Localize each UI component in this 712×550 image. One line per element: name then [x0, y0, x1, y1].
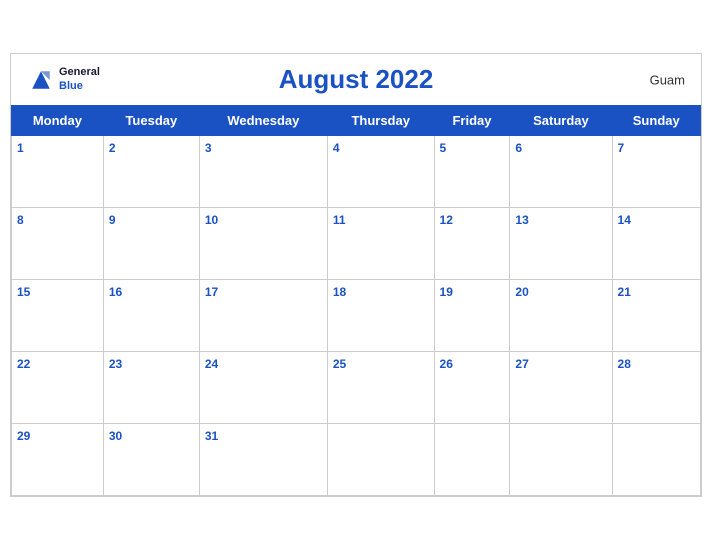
calendar-cell: 13 — [510, 208, 612, 280]
calendar-title: August 2022 — [279, 64, 434, 95]
day-number: 21 — [618, 285, 631, 299]
day-number: 31 — [205, 429, 218, 443]
calendar-cell: 20 — [510, 280, 612, 352]
weekday-friday: Friday — [434, 106, 510, 136]
calendar-header: General Blue August 2022 Guam — [11, 54, 701, 105]
weekday-tuesday: Tuesday — [103, 106, 199, 136]
day-number: 5 — [440, 141, 447, 155]
calendar-cell: 8 — [12, 208, 104, 280]
day-number: 15 — [17, 285, 30, 299]
day-number: 1 — [17, 141, 24, 155]
calendar-week-row: 8 9 10 11 12 13 14 — [12, 208, 701, 280]
day-number: 19 — [440, 285, 453, 299]
logo-blue-text: Blue — [59, 80, 100, 93]
day-number: 23 — [109, 357, 122, 371]
day-number: 24 — [205, 357, 218, 371]
day-number: 3 — [205, 141, 212, 155]
weekday-monday: Monday — [12, 106, 104, 136]
calendar-cell: 24 — [199, 352, 327, 424]
weekday-thursday: Thursday — [327, 106, 434, 136]
day-number: 14 — [618, 213, 631, 227]
day-number: 25 — [333, 357, 346, 371]
country-label: Guam — [650, 72, 685, 87]
calendar-cell: 5 — [434, 136, 510, 208]
day-number: 13 — [515, 213, 528, 227]
calendar-cell — [510, 424, 612, 496]
day-number: 22 — [17, 357, 30, 371]
day-number: 4 — [333, 141, 340, 155]
calendar-cell — [327, 424, 434, 496]
calendar-cell: 7 — [612, 136, 700, 208]
calendar-week-row: 29 30 31 — [12, 424, 701, 496]
calendar-cell: 21 — [612, 280, 700, 352]
day-number: 8 — [17, 213, 24, 227]
calendar-cell: 14 — [612, 208, 700, 280]
calendar-week-row: 22 23 24 25 26 27 28 — [12, 352, 701, 424]
calendar-cell: 19 — [434, 280, 510, 352]
calendar-cell: 25 — [327, 352, 434, 424]
day-number: 7 — [618, 141, 625, 155]
calendar-cell: 28 — [612, 352, 700, 424]
day-number: 18 — [333, 285, 346, 299]
day-number: 26 — [440, 357, 453, 371]
calendar-cell: 27 — [510, 352, 612, 424]
calendar-cell: 2 — [103, 136, 199, 208]
day-number: 28 — [618, 357, 631, 371]
calendar-cell: 15 — [12, 280, 104, 352]
day-number: 29 — [17, 429, 30, 443]
calendar-cell — [434, 424, 510, 496]
calendar-week-row: 15 16 17 18 19 20 21 — [12, 280, 701, 352]
calendar-cell — [612, 424, 700, 496]
calendar-cell: 9 — [103, 208, 199, 280]
day-number: 9 — [109, 213, 116, 227]
calendar-week-row: 1 2 3 4 5 6 7 — [12, 136, 701, 208]
day-number: 27 — [515, 357, 528, 371]
calendar-cell: 30 — [103, 424, 199, 496]
calendar-cell: 31 — [199, 424, 327, 496]
calendar-cell: 1 — [12, 136, 104, 208]
calendar-cell: 23 — [103, 352, 199, 424]
logo-icon — [27, 66, 55, 94]
day-number: 10 — [205, 213, 218, 227]
day-number: 20 — [515, 285, 528, 299]
calendar-cell: 10 — [199, 208, 327, 280]
calendar-table: Monday Tuesday Wednesday Thursday Friday… — [11, 105, 701, 496]
calendar-cell: 26 — [434, 352, 510, 424]
calendar-cell: 16 — [103, 280, 199, 352]
calendar-cell: 17 — [199, 280, 327, 352]
day-number: 16 — [109, 285, 122, 299]
day-number: 11 — [333, 213, 346, 227]
calendar-cell: 12 — [434, 208, 510, 280]
logo-area: General Blue — [27, 66, 100, 94]
logo-general-text: General — [59, 66, 100, 79]
calendar: General Blue August 2022 Guam Monday Tue… — [10, 53, 702, 497]
weekday-saturday: Saturday — [510, 106, 612, 136]
calendar-cell: 3 — [199, 136, 327, 208]
weekday-wednesday: Wednesday — [199, 106, 327, 136]
weekday-header-row: Monday Tuesday Wednesday Thursday Friday… — [12, 106, 701, 136]
calendar-cell: 22 — [12, 352, 104, 424]
day-number: 2 — [109, 141, 116, 155]
calendar-cell: 18 — [327, 280, 434, 352]
day-number: 17 — [205, 285, 218, 299]
day-number: 12 — [440, 213, 453, 227]
calendar-cell: 6 — [510, 136, 612, 208]
day-number: 30 — [109, 429, 122, 443]
calendar-cell: 11 — [327, 208, 434, 280]
calendar-cell: 29 — [12, 424, 104, 496]
day-number: 6 — [515, 141, 522, 155]
calendar-cell: 4 — [327, 136, 434, 208]
weekday-sunday: Sunday — [612, 106, 700, 136]
